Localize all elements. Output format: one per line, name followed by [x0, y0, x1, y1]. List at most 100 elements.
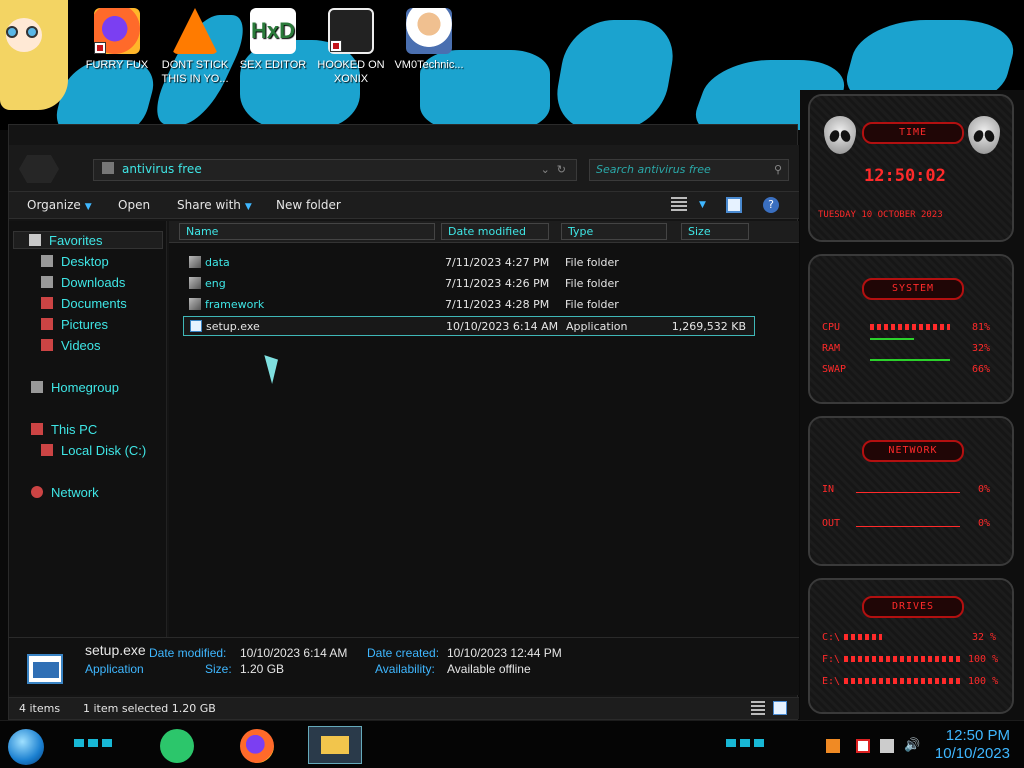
new-folder-button[interactable]: New folder	[276, 198, 341, 212]
drive-f-meter	[844, 656, 962, 662]
file-type: File folder	[565, 277, 619, 290]
taskbar-decoration	[74, 739, 114, 747]
nav-label: Favorites	[49, 233, 103, 248]
firefox-taskbar-icon[interactable]	[240, 729, 274, 763]
view-options-icon[interactable]	[671, 197, 687, 213]
download-icon	[41, 276, 53, 288]
file-row[interactable]: eng 7/11/2023 4:26 PM File folder	[183, 274, 755, 294]
nav-network[interactable]: Network	[31, 485, 99, 500]
videos-icon	[41, 339, 53, 351]
desktop-icon-dont-stick[interactable]: DONT STICK THIS IN YO...	[154, 8, 236, 86]
details-date-modified-value: 10/10/2023 6:14 AM	[240, 646, 348, 660]
desktop-icon-furry-fux[interactable]: FURRY FUX	[76, 8, 158, 72]
desktop-icon-hooked-on-xonix[interactable]: HOOKED ON XONIX	[310, 8, 392, 86]
search-icon: ⚲	[773, 163, 782, 176]
drives-gadget: DRIVES C:\ 32 % F:\ 100 % E:\ 100 %	[808, 578, 1014, 714]
drive-c-meter	[844, 634, 882, 640]
file-row[interactable]: data 7/11/2023 4:27 PM File folder	[183, 253, 755, 273]
desktop-icon-label: SEX EDITOR	[239, 59, 307, 71]
nav-videos[interactable]: Videos	[41, 338, 101, 353]
nav-label: Videos	[61, 338, 101, 353]
nav-label: Downloads	[61, 275, 126, 290]
file-date: 10/10/2023 6:14 AM	[446, 320, 559, 333]
desktop-icon-vm0technic[interactable]: VM0Technic...	[388, 8, 470, 72]
tray-app-icon[interactable]	[826, 739, 840, 753]
column-date-modified[interactable]: Date modified	[441, 223, 549, 240]
status-selection: 1 item selected 1.20 GB	[83, 702, 216, 715]
drive-e-label: E:\	[822, 676, 841, 687]
character-eye	[26, 26, 38, 38]
file-row[interactable]: framework 7/11/2023 4:28 PM File folder	[183, 295, 755, 315]
clock-time: 12:50 PM	[945, 727, 1010, 744]
details-filename: setup.exe	[85, 642, 146, 658]
details-availability-label: Availability:	[375, 662, 435, 676]
taskbar-decoration	[726, 739, 766, 747]
network-gadget: NETWORK IN 0% OUT 0%	[808, 416, 1014, 566]
file-name: data	[205, 256, 230, 269]
file-row-selected[interactable]: setup.exe 10/10/2023 6:14 AM Application…	[183, 316, 755, 336]
new-folder-label: New folder	[276, 198, 341, 212]
notes-app-icon[interactable]	[160, 729, 194, 763]
share-with-label: Share with	[177, 198, 241, 212]
nav-pictures[interactable]: Pictures	[41, 317, 108, 332]
desktop-icon-label: HOOKED ON XONIX	[317, 59, 385, 85]
address-path: antivirus free	[122, 162, 202, 176]
file-type: File folder	[565, 256, 619, 269]
column-name[interactable]: Name	[179, 223, 435, 240]
large-icons-view-icon[interactable]	[773, 701, 787, 715]
desktop-icon-label: VM0Technic...	[394, 59, 464, 71]
nav-favorites[interactable]: Favorites	[29, 233, 102, 248]
nav-label: Desktop	[61, 254, 109, 269]
file-type: File folder	[565, 298, 619, 311]
nav-label: Pictures	[61, 317, 108, 332]
desktop: FURRY FUX DONT STICK THIS IN YO... HxD S…	[0, 0, 1024, 768]
network-tray-icon[interactable]	[880, 739, 894, 753]
documents-icon	[41, 297, 53, 309]
drive-e-meter	[844, 678, 962, 684]
details-view-icon[interactable]	[751, 701, 765, 715]
navigation-pane: Favorites Desktop Downloads Documents Pi…	[9, 221, 167, 637]
chevron-down-icon: ▼	[699, 200, 706, 210]
cpu-meter	[870, 324, 950, 330]
flag-icon[interactable]	[856, 739, 870, 753]
column-type[interactable]: Type	[561, 223, 667, 240]
vlc-cone-icon	[172, 8, 218, 54]
cpu-value: 81%	[972, 322, 991, 333]
share-with-button[interactable]: Share with ▼	[177, 198, 252, 212]
view-dropdown-button[interactable]: ▼	[695, 196, 706, 210]
net-out-graph	[856, 526, 960, 527]
desktop-icon-sex-editor[interactable]: HxD SEX EDITOR	[232, 8, 314, 72]
address-bar-area: antivirus free ⌄ ↻ Search antivirus free…	[9, 145, 799, 195]
details-availability-value: Available offline	[447, 662, 531, 676]
system-gadget: SYSTEM CPU 81% RAM 32% SWAP 66%	[808, 254, 1014, 404]
refresh-icon[interactable]: ⌄ ↻	[541, 163, 566, 176]
desktop-icon	[41, 255, 53, 267]
net-in-graph	[856, 492, 960, 493]
network-gadget-title: NETWORK	[862, 440, 964, 462]
details-date-created-label: Date created:	[367, 646, 440, 660]
open-button[interactable]: Open	[118, 198, 150, 212]
start-button[interactable]	[8, 729, 44, 765]
nav-documents[interactable]: Documents	[41, 296, 127, 311]
nav-downloads[interactable]: Downloads	[41, 275, 125, 290]
back-forward-button[interactable]	[19, 155, 59, 183]
nav-homegroup[interactable]: Homegroup	[31, 380, 119, 395]
file-size: 1,269,532 KB	[671, 320, 746, 333]
organize-button[interactable]: Organize ▼	[27, 198, 92, 212]
shortcut-arrow-icon	[94, 42, 106, 54]
file-explorer-taskbar-icon[interactable]	[308, 726, 362, 764]
nav-desktop[interactable]: Desktop	[41, 254, 109, 269]
firefox-icon	[94, 8, 140, 54]
help-icon[interactable]: ?	[763, 197, 779, 213]
nav-this-pc[interactable]: This PC	[31, 422, 97, 437]
column-size[interactable]: Size	[681, 223, 749, 240]
status-item-count: 4 items	[19, 702, 61, 715]
nav-local-disk[interactable]: Local Disk (C:)	[41, 443, 146, 458]
taskbar-clock[interactable]: 12:50 PM 10/10/2023	[935, 727, 1010, 763]
swap-value: 66%	[972, 364, 991, 375]
address-bar[interactable]: antivirus free ⌄ ↻	[93, 159, 577, 181]
volume-icon[interactable]: 🔊	[904, 739, 920, 753]
file-name: setup.exe	[206, 320, 260, 333]
preview-pane-icon[interactable]	[726, 197, 742, 213]
search-input[interactable]: Search antivirus free ⚲	[589, 159, 789, 181]
